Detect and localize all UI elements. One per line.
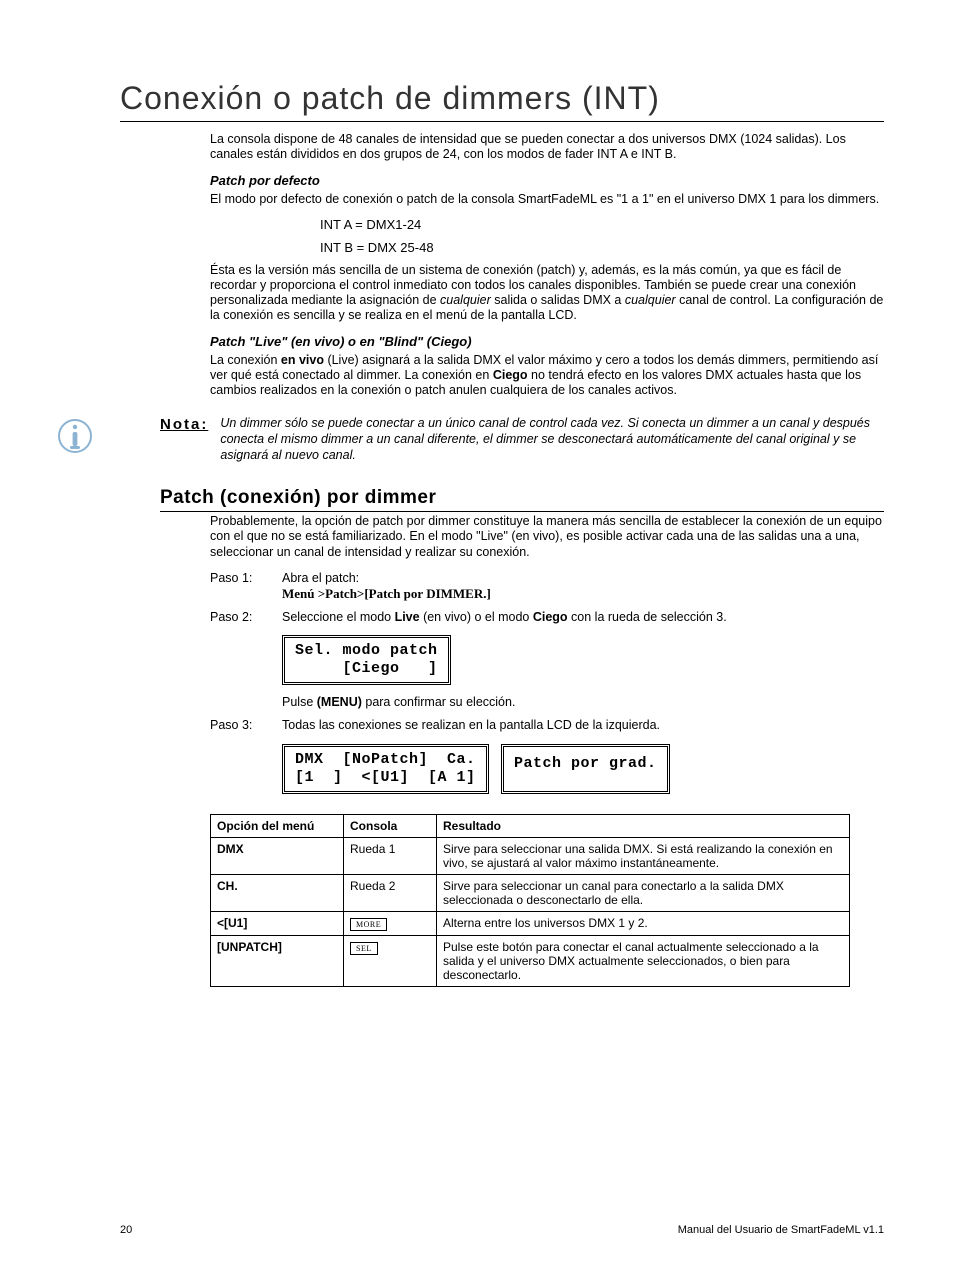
text-bold: Ciego bbox=[493, 368, 528, 382]
section-patch-by-dimmer: Patch (conexión) por dimmer bbox=[160, 487, 884, 512]
explain-paragraph: Ésta es la versión más sencilla de un si… bbox=[210, 263, 884, 324]
cell-result: Pulse este botón para conectar el canal … bbox=[437, 935, 850, 986]
page-number: 20 bbox=[120, 1224, 132, 1236]
step-3-label: Paso 3: bbox=[210, 717, 282, 733]
text: salida o salidas DMX a bbox=[491, 293, 625, 307]
sel-button-icon: SEL bbox=[350, 942, 378, 955]
lcd-display-right: Patch por grad. bbox=[501, 744, 670, 794]
lcd-line: [Ciego ] bbox=[295, 660, 438, 677]
doc-title-footer: Manual del Usuario de SmartFadeML v1.1 bbox=[678, 1224, 884, 1236]
th-option: Opción del menú bbox=[211, 814, 344, 837]
lcd-line: Sel. modo patch bbox=[295, 642, 438, 659]
th-result: Resultado bbox=[437, 814, 850, 837]
step-2: Paso 2: Seleccione el modo Live (en vivo… bbox=[210, 609, 884, 625]
text-bold: en vivo bbox=[281, 353, 324, 367]
title-rule bbox=[120, 121, 884, 122]
note-block: Nota: Un dimmer sólo se puede conectar a… bbox=[120, 416, 884, 463]
cell-result: Alterna entre los universos DMX 1 y 2. bbox=[437, 911, 850, 935]
table-row: DMX Rueda 1 Sirve para seleccionar una s… bbox=[211, 837, 850, 874]
step-1: Paso 1: Abra el patch: Menú >Patch>[Patc… bbox=[210, 570, 884, 603]
step-3: Paso 3: Todas las conexiones se realizan… bbox=[210, 717, 884, 733]
lcd-line: [1 ] <[U1] [A 1] bbox=[295, 769, 476, 786]
menu-options-table: Opción del menú Consola Resultado DMX Ru… bbox=[210, 814, 850, 987]
lcd-line: Patch por grad. bbox=[514, 755, 657, 772]
cell-console: Rueda 2 bbox=[344, 874, 437, 911]
text-bold: (MENU) bbox=[317, 695, 362, 709]
cell-console: Rueda 1 bbox=[344, 837, 437, 874]
info-icon bbox=[55, 416, 95, 460]
table-row: CH. Rueda 2 Sirve para seleccionar un ca… bbox=[211, 874, 850, 911]
subhead-live-blind: Patch "Live" (en vivo) o en "Blind" (Cie… bbox=[210, 334, 884, 349]
note-label: Nota: bbox=[160, 416, 208, 433]
lcd-display-left: DMX [NoPatch] Ca. [1 ] <[U1] [A 1] bbox=[282, 744, 489, 794]
text: (en vivo) o el modo bbox=[420, 610, 533, 624]
after-lcd-1: Pulse (MENU) para confirmar su elección. bbox=[282, 695, 884, 709]
live-blind-paragraph: La conexión en vivo (Live) asignará a la… bbox=[210, 353, 884, 399]
default-patch-paragraph: El modo por defecto de conexión o patch … bbox=[210, 192, 884, 207]
step-1-body: Abra el patch: bbox=[282, 571, 359, 585]
cell-console: SEL bbox=[344, 935, 437, 986]
text-bold: Ciego bbox=[533, 610, 568, 624]
cell-option: DMX bbox=[211, 837, 344, 874]
text-bold: Live bbox=[395, 610, 420, 624]
subhead-default-patch: Patch por defecto bbox=[210, 173, 884, 188]
text: con la rueda de selección 3. bbox=[568, 610, 727, 624]
table-row: <[U1] MORE Alterna entre los universos D… bbox=[211, 911, 850, 935]
lcd-line: DMX [NoPatch] Ca. bbox=[295, 751, 476, 768]
cell-option: CH. bbox=[211, 874, 344, 911]
th-console: Consola bbox=[344, 814, 437, 837]
step-1-label: Paso 1: bbox=[210, 570, 282, 603]
more-button-icon: MORE bbox=[350, 918, 387, 931]
text-em: cualquier bbox=[625, 293, 676, 307]
cell-result: Sirve para seleccionar un canal para con… bbox=[437, 874, 850, 911]
cell-option: [UNPATCH] bbox=[211, 935, 344, 986]
cell-result: Sirve para seleccionar una salida DMX. S… bbox=[437, 837, 850, 874]
page-title: Conexión o patch de dimmers (INT) bbox=[120, 80, 884, 117]
note-text: Un dimmer sólo se puede conectar a un ún… bbox=[220, 416, 884, 463]
cell-option: <[U1] bbox=[211, 911, 344, 935]
section2-paragraph: Probablemente, la opción de patch por di… bbox=[210, 514, 884, 560]
lcd-display-row-2: DMX [NoPatch] Ca. [1 ] <[U1] [A 1] Patch… bbox=[282, 738, 884, 800]
text: para confirmar su elección. bbox=[362, 695, 516, 709]
cell-console: MORE bbox=[344, 911, 437, 935]
int-a-mapping: INT A = DMX1-24 bbox=[320, 217, 884, 234]
table-row: [UNPATCH] SEL Pulse este botón para cone… bbox=[211, 935, 850, 986]
step-2-label: Paso 2: bbox=[210, 609, 282, 625]
step-3-body: Todas las conexiones se realizan en la p… bbox=[282, 717, 884, 733]
footer: 20 Manual del Usuario de SmartFadeML v1.… bbox=[120, 1224, 884, 1236]
lcd-display-1-wrap: Sel. modo patch [Ciego ] bbox=[282, 629, 884, 691]
text: La conexión bbox=[210, 353, 281, 367]
int-b-mapping: INT B = DMX 25-48 bbox=[320, 240, 884, 257]
text: Seleccione el modo bbox=[282, 610, 395, 624]
lcd-display-1: Sel. modo patch [Ciego ] bbox=[282, 635, 451, 685]
text-em: cualquier bbox=[440, 293, 491, 307]
step-1-menu-path: Menú >Patch>[Patch por DIMMER.] bbox=[282, 586, 491, 601]
text: Pulse bbox=[282, 695, 317, 709]
intro-paragraph: La consola dispone de 48 canales de inte… bbox=[210, 132, 884, 163]
